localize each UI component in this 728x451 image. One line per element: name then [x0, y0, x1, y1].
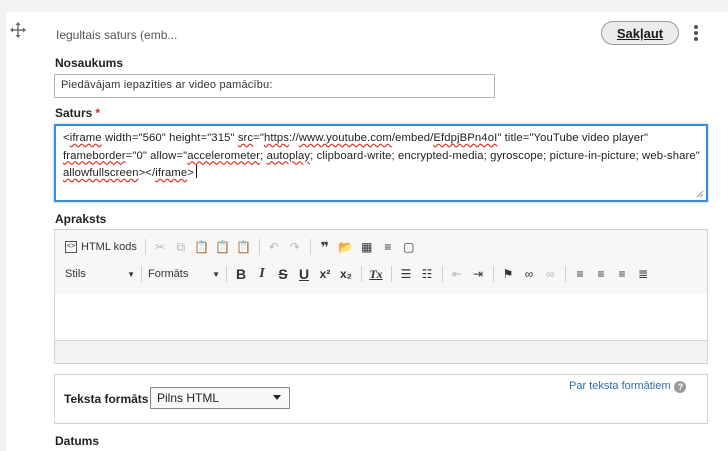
description-label: Apraksts — [55, 212, 107, 226]
text-format-help-link[interactable]: Par teksta formātiem? — [569, 380, 687, 393]
paste-text-icon[interactable]: 📋 — [215, 237, 231, 257]
text-format-label: Teksta formāts — [64, 392, 149, 406]
editor-statusbar — [55, 340, 707, 363]
move-icon[interactable] — [10, 22, 26, 38]
collapse-button[interactable]: Sakļaut — [601, 21, 679, 45]
align-justify-icon[interactable]: ≣ — [635, 264, 651, 284]
source-button-label: HTML kods — [81, 241, 137, 253]
format-combo-label: Formāts — [148, 268, 189, 280]
spellcheck-word: https — [263, 132, 289, 144]
blockquote-icon[interactable]: ❞ — [317, 237, 333, 257]
required-marker: * — [95, 106, 101, 120]
spellcheck-word: allowfullscreen — [63, 167, 139, 179]
subscript-icon[interactable]: x₂ — [338, 264, 354, 284]
remove-format-icon[interactable]: Tx — [368, 264, 384, 284]
content-text: > — [187, 167, 194, 179]
link-icon[interactable]: ∞ — [521, 264, 537, 284]
redo-icon[interactable]: ↷ — [287, 237, 303, 257]
dropdown-arrow-icon — [273, 395, 281, 400]
title-input[interactable]: Piedāvājam iepazīties ar video pamācību: — [54, 74, 495, 98]
wysiwyg-editor: <> HTML kods ✂ ⧉ 📋 📋 📋 ↶ ↷ ❞ 📂 ▦ ≡ ▢ Stil… — [54, 229, 708, 364]
chevron-down-icon: ▼ — [212, 269, 220, 279]
cut-icon[interactable]: ✂ — [152, 237, 168, 257]
content-textarea[interactable]: <iframe width="560" height="315" src="ht… — [54, 124, 708, 202]
content-text: ="0" allow=" — [125, 149, 188, 162]
collapse-button-label: Sakļaut — [616, 25, 664, 41]
spellcheck-word: src — [237, 132, 254, 144]
outdent-icon[interactable]: ⇤ — [449, 264, 465, 284]
spellcheck-word: accelerometer — [187, 149, 261, 162]
content-text: " title="YouTube video player" — [497, 132, 649, 144]
spellcheck-word: frameborder — [63, 149, 126, 162]
content-text: ></ — [138, 167, 156, 179]
text-format-help-label: Par teksta formātiem — [569, 380, 671, 392]
flag-icon[interactable]: ⚑ — [500, 264, 516, 284]
format-combo[interactable]: Formāts ▼ — [148, 268, 220, 280]
title-label: Nosaukums — [55, 56, 124, 70]
date-label: Datums — [55, 434, 100, 448]
text-format-wrapper: Teksta formāts Pilns HTML Par teksta for… — [54, 374, 708, 424]
folder-icon[interactable]: 📂 — [338, 237, 354, 257]
spellcheck-word: autoplay — [266, 149, 311, 162]
align-center-icon[interactable]: ≡ — [593, 264, 609, 284]
source-button[interactable]: <> HTML kods — [65, 241, 137, 253]
text-format-select[interactable]: Pilns HTML — [150, 387, 290, 409]
content-text: ; clipboard-write; encrypted-media; gyro… — [310, 149, 700, 162]
chevron-down-icon: ▼ — [127, 269, 135, 279]
content-text: /embed/ — [391, 132, 434, 144]
editor-body[interactable] — [55, 294, 707, 342]
unlink-icon[interactable]: ∞ — [542, 264, 558, 284]
content-label-text: Saturs — [55, 106, 93, 120]
text-cursor — [195, 165, 197, 178]
kebab-menu-icon[interactable] — [691, 23, 701, 43]
content-label: Saturs * — [55, 106, 100, 120]
help-icon: ? — [674, 381, 687, 393]
text-format-selected: Pilns HTML — [157, 391, 220, 405]
style-combo-label: Stils — [65, 268, 86, 280]
paragraph-summary: Iegultais saturs (emb... — [56, 28, 178, 42]
copy-icon[interactable]: ⧉ — [173, 237, 189, 257]
source-icon: <> — [65, 241, 77, 253]
strikethrough-icon[interactable]: S — [275, 264, 291, 284]
superscript-icon[interactable]: x² — [317, 264, 333, 284]
bulleted-list-icon[interactable]: ☰ — [398, 264, 414, 284]
content-text: < — [63, 132, 70, 144]
align-left-icon[interactable]: ≡ — [572, 264, 588, 284]
resize-grip-icon[interactable] — [696, 190, 704, 198]
content-text: width="560" height="315" — [101, 132, 238, 144]
comment-icon[interactable]: ▢ — [401, 237, 417, 257]
style-combo[interactable]: Stils ▼ — [65, 268, 135, 280]
paste-word-icon[interactable]: 📋 — [236, 237, 252, 257]
spellcheck-word: www.youtube.com — [298, 132, 392, 144]
underline-icon[interactable]: U — [296, 264, 312, 284]
bold-icon[interactable]: B — [233, 264, 249, 284]
paste-icon[interactable]: 📋 — [194, 237, 210, 257]
spellcheck-word: EfdpjBPn4oI — [433, 132, 498, 144]
indent-icon[interactable]: ⇥ — [470, 264, 486, 284]
spellcheck-word: iframe — [155, 167, 188, 179]
content-text: =" — [253, 132, 264, 144]
align-right-icon[interactable]: ≡ — [614, 264, 630, 284]
spellcheck-word: iframe — [69, 132, 102, 144]
undo-icon[interactable]: ↶ — [266, 237, 282, 257]
numbered-list-icon[interactable]: ☷ — [419, 264, 435, 284]
content-text: :// — [288, 132, 299, 144]
italic-icon[interactable]: I — [254, 264, 270, 284]
horizontal-line-icon[interactable]: ≡ — [380, 237, 396, 257]
editor-toolbar: <> HTML kods ✂ ⧉ 📋 📋 📋 ↶ ↷ ❞ 📂 ▦ ≡ ▢ Stil… — [55, 230, 707, 295]
table-icon[interactable]: ▦ — [359, 237, 375, 257]
